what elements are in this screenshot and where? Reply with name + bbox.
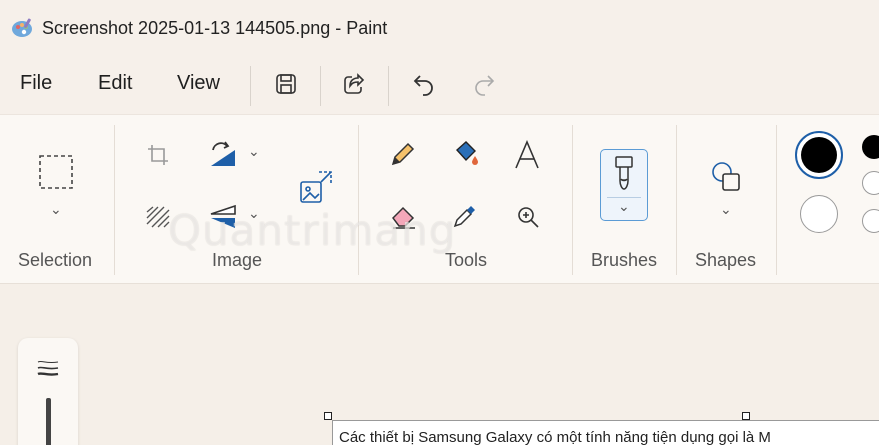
shapes-chevron-down-icon[interactable]: ⌄ — [720, 201, 732, 218]
ribbon-separator — [572, 125, 573, 275]
brushes-button[interactable]: ⌄ — [600, 149, 648, 221]
primary-color-fill — [801, 137, 837, 173]
menu-view[interactable]: View — [177, 72, 220, 95]
watermark-text: Quantrimang — [168, 206, 457, 255]
menu-file[interactable]: File — [20, 72, 52, 95]
share-icon[interactable] — [338, 68, 370, 100]
ribbon-separator — [114, 125, 115, 275]
selection-chevron-down-icon[interactable]: ⌄ — [50, 201, 62, 218]
shapes-icon[interactable] — [708, 159, 744, 195]
secondary-color-swatch[interactable] — [800, 195, 838, 233]
rotate-icon[interactable] — [206, 139, 240, 169]
magnifier-icon[interactable] — [514, 203, 542, 231]
menu-separator — [250, 66, 251, 106]
brush-size-icon[interactable] — [36, 358, 60, 383]
pencil-icon[interactable] — [388, 139, 418, 169]
primary-color-swatch[interactable] — [795, 131, 843, 179]
window-title: Screenshot 2025-01-13 144505.png - Paint — [42, 18, 388, 38]
ribbon-separator — [776, 125, 777, 275]
undo-icon[interactable] — [408, 68, 440, 100]
group-label-shapes: Shapes — [695, 250, 757, 270]
resize-image-icon[interactable] — [296, 167, 336, 207]
menu-separator — [388, 66, 389, 106]
group-label-brushes: Brushes — [591, 250, 658, 270]
ribbon-toolbar: ⌄ Selection ⌄ ⌄ Image Tools ⌄ Brushes ⌄ … — [0, 114, 879, 284]
palette-color-white[interactable] — [862, 171, 879, 195]
canvas-image-text: Các thiết bị Samsung Galaxy có một tính … — [332, 420, 879, 445]
resize-handle[interactable] — [742, 412, 750, 420]
palette-color-black[interactable] — [862, 135, 879, 159]
paint-app-icon — [10, 16, 34, 40]
brushes-chevron-down-icon[interactable]: ⌄ — [618, 198, 630, 215]
selection-rectangle-icon[interactable] — [37, 153, 75, 191]
side-tool-panel — [18, 338, 78, 445]
brush-size-slider[interactable] — [46, 398, 51, 445]
brush-icon — [611, 154, 637, 192]
menu-edit[interactable]: Edit — [98, 72, 132, 95]
resize-handle[interactable] — [324, 412, 332, 420]
redo-icon[interactable] — [468, 68, 500, 100]
rotate-chevron-down-icon[interactable]: ⌄ — [248, 143, 260, 160]
save-icon[interactable] — [270, 68, 302, 100]
ribbon-separator — [676, 125, 677, 275]
group-label-selection: Selection — [18, 250, 93, 270]
title-bar: Screenshot 2025-01-13 144505.png - Paint — [0, 0, 879, 58]
palette-color-empty[interactable] — [862, 209, 879, 233]
menu-bar: File Edit View — [0, 58, 879, 114]
menu-separator — [320, 66, 321, 106]
crop-icon[interactable] — [144, 141, 172, 169]
fill-bucket-icon[interactable] — [450, 139, 482, 169]
text-icon[interactable] — [512, 139, 542, 171]
